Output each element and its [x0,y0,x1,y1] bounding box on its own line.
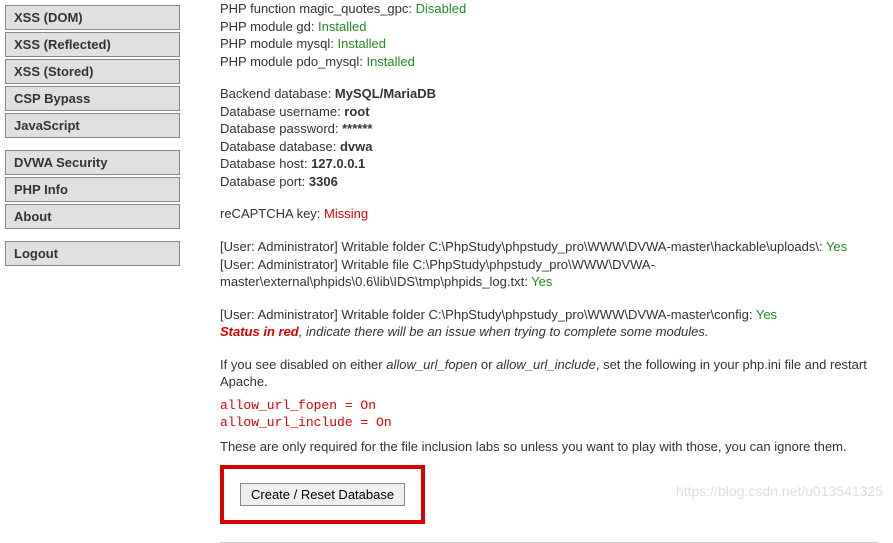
sidebar-item-about[interactable]: About [5,204,180,229]
menu-group-info: DVWA Security PHP Info About [5,150,180,229]
code-line-1: allow_url_fopen = On [220,397,878,415]
php-mysql-status: Installed [338,36,386,51]
sidebar-item-csp-bypass[interactable]: CSP Bypass [5,86,180,111]
writable-config-line: [User: Administrator] Writable folder C:… [220,306,878,324]
db-user-line: Database username: root [220,103,878,121]
menu-group-logout: Logout [5,241,180,266]
writable-config-label: [User: Administrator] Writable folder C:… [220,307,756,322]
writable-phpids-status: Yes [531,274,552,289]
backend-db-line: Backend database: MySQL/MariaDB [220,85,878,103]
db-host-line: Database host: 127.0.0.1 [220,155,878,173]
status-red-label: Status in [220,324,279,339]
sidebar-item-dvwa-security[interactable]: DVWA Security [5,150,180,175]
disabled-fopen: allow_url_fopen [386,357,477,372]
db-port-value: 3306 [309,174,338,189]
main-content: PHP function magic_quotes_gpc: Disabled … [180,0,893,543]
php-pdo-line: PHP module pdo_mysql: Installed [220,53,878,71]
db-db-line: Database database: dvwa [220,138,878,156]
writable-uploads-line: [User: Administrator] Writable folder C:… [220,238,878,256]
recaptcha-label: reCAPTCHA key: [220,206,324,221]
db-host-label: Database host: [220,156,311,171]
reset-button-highlight: Create / Reset Database [220,465,425,524]
final-note: These are only required for the file inc… [220,438,878,456]
menu-group-vulns: XSS (DOM) XSS (Reflected) XSS (Stored) C… [5,5,180,138]
sidebar-item-xss-reflected[interactable]: XSS (Reflected) [5,32,180,57]
code-line-2: allow_url_include = On [220,414,878,432]
php-gd-status: Installed [318,19,366,34]
php-mysql-line: PHP module mysql: Installed [220,35,878,53]
backend-db-value: MySQL/MariaDB [335,86,436,101]
php-gd-line: PHP module gd: Installed [220,18,878,36]
writable-uploads-status: Yes [826,239,847,254]
writable-phpids-label: [User: Administrator] Writable file C:\P… [220,257,655,290]
writable-uploads-label: [User: Administrator] Writable folder C:… [220,239,826,254]
php-mysql-label: PHP module mysql: [220,36,338,51]
php-gd-label: PHP module gd: [220,19,318,34]
disabled-or: or [477,357,496,372]
php-function-label: PHP function magic_quotes_gpc: [220,1,416,16]
sidebar-item-xss-dom[interactable]: XSS (DOM) [5,5,180,30]
db-user-label: Database username: [220,104,344,119]
writable-config-status: Yes [756,307,777,322]
db-pass-value: ****** [342,121,372,136]
disabled-include: allow_url_include [496,357,596,372]
status-red-rest: , indicate there will be an issue when t… [299,324,709,339]
sidebar-item-php-info[interactable]: PHP Info [5,177,180,202]
code-block: allow_url_fopen = On allow_url_include =… [220,397,878,432]
disabled-note-line: If you see disabled on either allow_url_… [220,356,878,391]
db-db-label: Database database: [220,139,340,154]
status-red-line: Status in red, indicate there will be an… [220,323,878,341]
sidebar-item-javascript[interactable]: JavaScript [5,113,180,138]
db-port-line: Database port: 3306 [220,173,878,191]
create-reset-database-button[interactable]: Create / Reset Database [240,483,405,506]
watermark: https://blog.csdn.net/u013541325 [676,483,883,499]
sidebar-item-xss-stored[interactable]: XSS (Stored) [5,59,180,84]
db-db-value: dvwa [340,139,373,154]
writable-phpids-line: [User: Administrator] Writable file C:\P… [220,256,878,291]
backend-db-label: Backend database: [220,86,335,101]
db-port-label: Database port: [220,174,309,189]
recaptcha-status: Missing [324,206,368,221]
db-host-value: 127.0.0.1 [311,156,365,171]
db-pass-label: Database password: [220,121,342,136]
sidebar: XSS (DOM) XSS (Reflected) XSS (Stored) C… [0,0,180,543]
db-user-value: root [344,104,369,119]
disabled-prefix: If you see disabled on either [220,357,386,372]
sidebar-item-logout[interactable]: Logout [5,241,180,266]
php-function-status: Disabled [416,1,467,16]
php-pdo-status: Installed [366,54,414,69]
php-function-line: PHP function magic_quotes_gpc: Disabled [220,0,878,18]
recaptcha-line: reCAPTCHA key: Missing [220,205,878,223]
php-pdo-label: PHP module pdo_mysql: [220,54,366,69]
status-red-word: red [279,324,299,339]
db-pass-line: Database password: ****** [220,120,878,138]
